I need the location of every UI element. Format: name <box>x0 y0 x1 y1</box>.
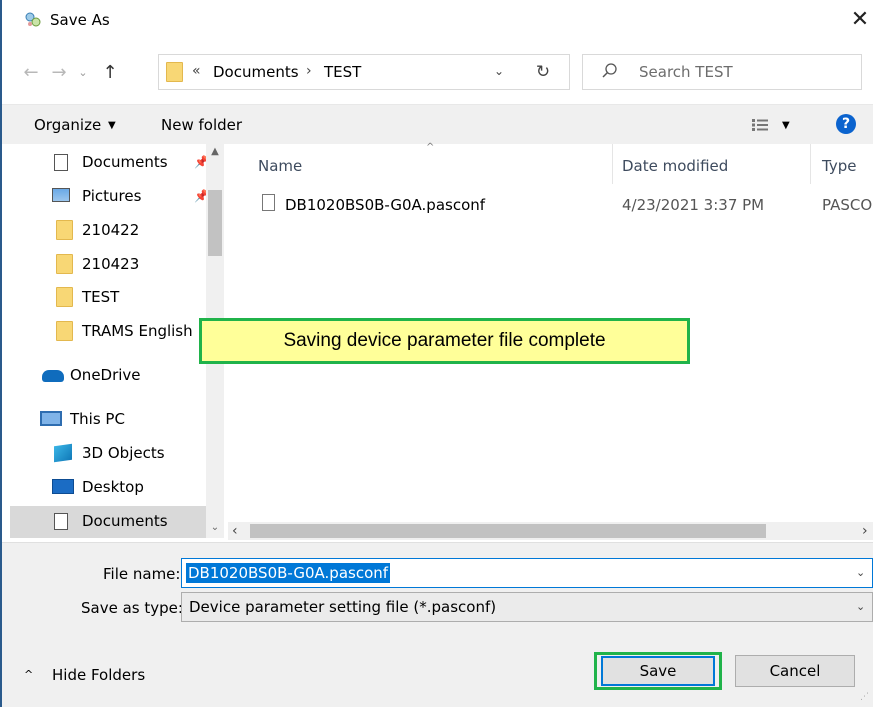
back-button[interactable]: ← <box>20 62 42 84</box>
folder-icon <box>166 62 183 82</box>
window-title: Save As <box>50 11 110 29</box>
column-header-type[interactable]: Type <box>822 157 856 175</box>
new-folder-button[interactable]: New folder <box>161 116 242 134</box>
annotation-callout: Saving device parameter file complete <box>199 318 690 364</box>
column-divider[interactable] <box>612 144 613 184</box>
nav-item-this-pc[interactable]: This PC <box>14 403 204 435</box>
column-header-name[interactable]: Name <box>258 157 302 175</box>
command-bar <box>2 104 873 144</box>
pictures-icon <box>52 188 70 202</box>
address-dropdown-icon[interactable]: ⌄ <box>494 64 504 78</box>
help-icon[interactable]: ? <box>836 114 856 134</box>
nav-item-label: Documents <box>82 512 168 530</box>
resize-grip-icon[interactable]: ⋰ <box>860 692 869 702</box>
organize-button[interactable]: Organize <box>34 116 101 134</box>
chevron-up-icon[interactable]: ^ <box>24 668 33 681</box>
nav-item-label: TEST <box>82 288 120 306</box>
hide-folders-button[interactable]: Hide Folders <box>52 666 145 684</box>
nav-item-onedrive[interactable]: OneDrive <box>14 359 204 391</box>
nav-item-label: Desktop <box>82 478 144 496</box>
nav-item-trams-english[interactable]: TRAMS English <box>14 315 204 347</box>
file-name[interactable]: DB1020BS0B-G0A.pasconf <box>285 196 485 214</box>
refresh-button[interactable]: ↻ <box>524 58 562 86</box>
nav-item-label: OneDrive <box>70 366 141 384</box>
3d-objects-icon <box>54 443 72 463</box>
search-icon <box>602 63 617 78</box>
file-icon <box>262 194 275 211</box>
horizontal-scrollbar-thumb[interactable] <box>250 524 766 538</box>
folder-icon <box>56 321 73 341</box>
breadcrumb-overflow-icon[interactable]: « <box>192 63 201 79</box>
file-date-modified: 4/23/2021 3:37 PM <box>622 196 765 214</box>
folder-icon <box>56 287 73 307</box>
nav-item-210423[interactable]: 210423 <box>14 248 204 280</box>
file-name-dropdown-icon[interactable]: ⌄ <box>856 566 865 579</box>
folder-icon <box>56 220 73 240</box>
document-icon <box>54 154 68 171</box>
scroll-up-icon[interactable]: ▲ <box>206 146 224 160</box>
nav-item-pictures[interactable]: Pictures 📌 <box>14 180 209 212</box>
nav-item-label: 210422 <box>82 221 140 239</box>
nav-item-label: TRAMS English <box>82 322 193 340</box>
view-options-icon[interactable] <box>752 119 768 131</box>
document-icon <box>54 513 68 530</box>
file-name-value[interactable]: DB1020BS0B-G0A.pasconf <box>186 563 391 583</box>
breadcrumb-documents[interactable]: Documents <box>213 63 299 81</box>
folder-icon <box>56 254 73 274</box>
nav-item-documents[interactable]: Documents <box>14 505 204 537</box>
close-icon[interactable]: ✕ <box>847 6 873 34</box>
desktop-icon <box>52 479 74 494</box>
forward-button[interactable]: → <box>48 62 70 84</box>
sort-ascending-icon: ^ <box>426 142 435 153</box>
column-divider[interactable] <box>810 144 811 184</box>
breadcrumb-separator-icon[interactable]: › <box>306 63 312 79</box>
pc-icon <box>40 411 62 426</box>
save-as-type-value: Device parameter setting file (*.pasconf… <box>189 598 497 616</box>
onedrive-icon <box>42 370 64 382</box>
view-caret-icon[interactable]: ▼ <box>782 120 790 131</box>
search-placeholder: Search TEST <box>639 63 733 81</box>
cancel-button[interactable]: Cancel <box>735 655 855 687</box>
save-as-type-dropdown-icon[interactable]: ⌄ <box>856 600 865 613</box>
nav-item-test[interactable]: TEST <box>14 281 204 313</box>
breadcrumb-test[interactable]: TEST <box>324 63 361 81</box>
save-button[interactable]: Save <box>601 656 715 686</box>
file-type: PASCO <box>822 196 873 214</box>
nav-item-3d-objects[interactable]: 3D Objects <box>14 437 204 469</box>
nav-item-label: This PC <box>70 410 125 428</box>
column-header-date-modified[interactable]: Date modified <box>622 157 728 175</box>
nav-item-label: 3D Objects <box>82 444 165 462</box>
recent-locations-button[interactable]: ⌄ <box>76 62 90 84</box>
title-bar <box>2 0 873 44</box>
nav-item-documents-pinned[interactable]: Documents 📌 <box>14 146 209 178</box>
nav-item-desktop[interactable]: Desktop <box>14 471 204 503</box>
organize-caret-icon[interactable]: ▼ <box>108 120 116 131</box>
nav-scrollbar-thumb[interactable] <box>208 190 222 256</box>
nav-item-label: 210423 <box>82 255 140 273</box>
nav-item-label: Pictures <box>82 187 142 205</box>
save-as-type-label: Save as type: <box>81 599 183 617</box>
nav-item-210422[interactable]: 210422 <box>14 214 204 246</box>
up-button[interactable]: ↑ <box>99 62 121 84</box>
scroll-right-icon[interactable]: › <box>862 523 868 539</box>
nav-item-label: Documents <box>82 153 168 171</box>
app-icon <box>25 12 41 27</box>
scroll-down-icon[interactable]: ⌄ <box>206 522 224 536</box>
file-name-label: File name: <box>103 565 181 583</box>
scroll-left-icon[interactable]: ‹ <box>232 523 238 539</box>
